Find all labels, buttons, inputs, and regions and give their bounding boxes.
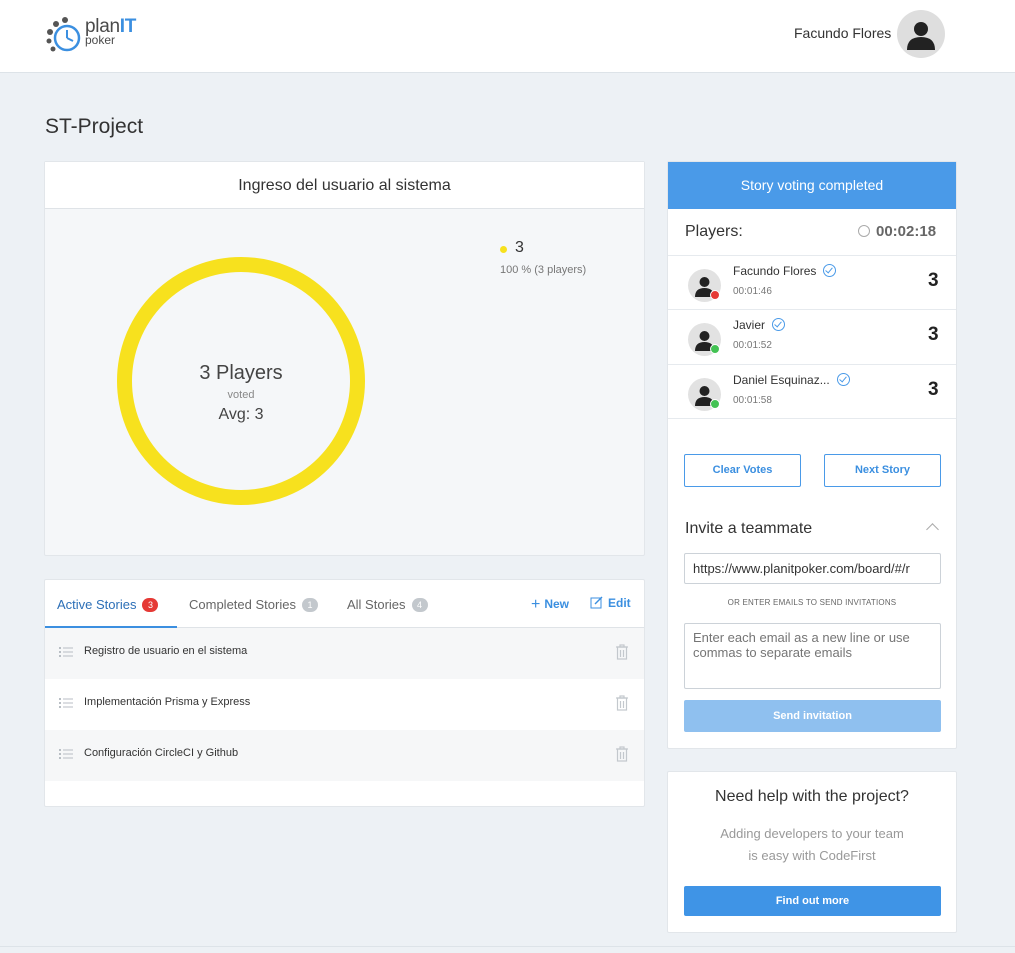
votes-donut-chart: 3 Players voted Avg: 3	[117, 257, 365, 505]
donut-average: Avg: 3	[218, 406, 264, 423]
help-text-line: is easy with CodeFirst	[748, 848, 876, 863]
voting-timer: 00:02:18	[858, 223, 936, 240]
next-story-button[interactable]: Next Story	[824, 454, 941, 487]
edit-stories-label: Edit	[608, 596, 631, 610]
voting-result-card: Ingreso del usuario al sistema 3 Players…	[44, 161, 645, 556]
help-text-line: Adding developers to your team	[720, 826, 904, 841]
player-vote-time: 00:01:52	[733, 340, 772, 351]
timer-value: 00:02:18	[876, 223, 937, 240]
count-badge: 3	[142, 598, 159, 612]
send-invitation-button[interactable]: Send invitation	[684, 700, 941, 732]
page-title: ST-Project	[45, 115, 144, 138]
player-name: Facundo Flores	[733, 264, 817, 278]
player-vote-time: 00:01:46	[733, 286, 772, 297]
player-vote: 3	[928, 324, 939, 345]
tab-label: Active Stories	[57, 597, 137, 612]
stories-tabs: Active Stories 3 Completed Stories 1 All S…	[45, 580, 644, 628]
user-silhouette-icon	[907, 22, 935, 50]
voted-check-icon	[836, 373, 850, 386]
voted-check-icon	[823, 264, 837, 277]
legend-dot	[500, 246, 507, 253]
story-row[interactable]: Registro de usuario en el sistema	[45, 628, 644, 679]
edit-stories-button[interactable]: Edit	[590, 596, 631, 610]
invite-heading: Invite a teammate	[685, 520, 813, 537]
planit-poker-logo[interactable]: planIT poker	[44, 14, 144, 54]
legend-value: 3	[515, 239, 524, 256]
clear-votes-button[interactable]: Clear Votes	[684, 454, 801, 487]
story-row[interactable]: Implementación Prisma y Express	[45, 679, 644, 730]
player-vote: 3	[928, 379, 939, 400]
player-name-line: Javier	[733, 318, 786, 332]
player-list-divider	[668, 418, 956, 419]
or-emails-label: OR ENTER EMAILS TO SEND INVITATIONS	[727, 598, 897, 607]
count-badge: 4	[411, 598, 428, 612]
story-title: Registro de usuario en el sistema	[84, 645, 248, 657]
player-name-line: Daniel Esquinaz...	[733, 373, 850, 387]
story-title: Implementación Prisma y Express	[84, 696, 251, 708]
list-handle-icon[interactable]	[59, 646, 73, 658]
header-user-name[interactable]: Facundo Flores	[794, 25, 891, 41]
help-card: Need help with the project? Adding devel…	[667, 771, 957, 933]
help-title: Need help with the project?	[715, 788, 909, 805]
invite-emails-textarea[interactable]	[684, 623, 941, 689]
donut-players-count: 3 Players	[199, 362, 283, 384]
trash-icon[interactable]	[615, 644, 629, 660]
current-story-title: Ingreso del usuario al sistema	[45, 162, 644, 209]
voting-panel: Story voting completed Players: 00:02:18…	[667, 161, 957, 749]
players-heading: Players:	[685, 223, 743, 240]
chevron-up-icon[interactable]	[926, 523, 939, 536]
player-row: Facundo Flores 00:01:46 3	[668, 255, 956, 309]
player-vote: 3	[928, 270, 939, 291]
player-status-dot	[710, 290, 720, 300]
footer-divider	[0, 946, 1015, 947]
clock-icon	[858, 225, 870, 237]
list-handle-icon[interactable]	[59, 697, 73, 709]
story-row[interactable]: Configuración CircleCI y Github	[45, 730, 644, 781]
logo-subtitle: poker	[85, 33, 116, 47]
top-bar: planIT poker Facundo Flores	[0, 0, 1015, 73]
player-name-line: Facundo Flores	[733, 264, 837, 278]
donut-voted-label: voted	[227, 389, 255, 401]
edit-icon	[590, 596, 603, 609]
voted-check-icon	[772, 318, 786, 331]
count-badge: 1	[301, 598, 318, 612]
stopwatch-logo-icon	[46, 17, 81, 52]
player-name: Javier	[733, 318, 766, 332]
player-row: Daniel Esquinaz... 00:01:58 3	[668, 364, 956, 418]
find-out-more-button[interactable]: Find out more	[684, 886, 941, 916]
new-story-button[interactable]: + New	[531, 596, 569, 614]
invite-url-field[interactable]: https://www.planitpoker.com/board/#/r	[684, 553, 941, 584]
player-vote-time: 00:01:58	[733, 395, 772, 406]
trash-icon[interactable]	[615, 695, 629, 711]
player-status-dot	[710, 344, 720, 354]
story-title: Configuración CircleCI y Github	[84, 747, 239, 759]
new-story-label: New	[544, 597, 570, 611]
voting-status-banner: Story voting completed	[668, 162, 956, 209]
tab-all-stories[interactable]: All Stories 4	[347, 597, 428, 612]
tab-label: Completed Stories	[189, 597, 296, 612]
plus-icon: +	[531, 596, 541, 613]
tab-active-stories[interactable]: Active Stories 3	[57, 597, 159, 612]
player-status-dot	[710, 399, 720, 409]
trash-icon[interactable]	[615, 746, 629, 762]
legend-detail: 100 % (3 players)	[500, 264, 587, 276]
tab-completed-stories[interactable]: Completed Stories 1	[189, 597, 318, 612]
player-row: Javier 00:01:52 3	[668, 309, 956, 363]
stories-card: Active Stories 3 Completed Stories 1 All S…	[44, 579, 645, 807]
player-name: Daniel Esquinaz...	[733, 373, 830, 387]
tab-label: All Stories	[347, 597, 406, 612]
list-handle-icon[interactable]	[59, 748, 73, 760]
user-avatar[interactable]	[897, 10, 945, 58]
